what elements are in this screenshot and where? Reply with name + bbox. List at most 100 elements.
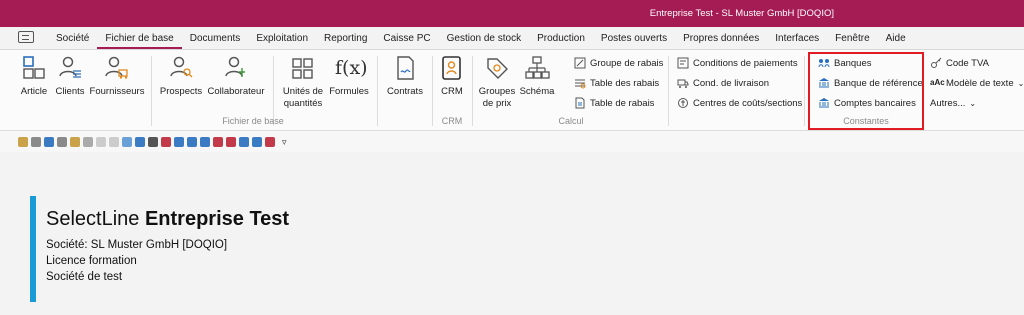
supplier-icon[interactable] xyxy=(70,137,80,147)
license-info: Licence formation xyxy=(46,255,137,267)
customize-toolbar-icon[interactable]: ▿ xyxy=(282,137,287,148)
prospects-icon xyxy=(167,54,195,82)
table-des-rabais-button[interactable]: Table des rabais xyxy=(574,76,659,90)
tab-propres-donnees[interactable]: Propres données xyxy=(675,33,767,49)
collaborateur-button[interactable]: Collaborateur xyxy=(205,54,267,98)
window-title: Entreprise Test - SL Muster GmbH [DOQIO] xyxy=(649,8,834,19)
article-label: Article xyxy=(20,86,48,97)
menu-bar: Société Fichier de base Documents Exploi… xyxy=(0,27,1024,50)
fournisseurs-icon xyxy=(103,54,131,82)
calendar-icon[interactable] xyxy=(148,137,158,147)
groupe-de-rabais-label: Groupe de rabais xyxy=(590,57,664,69)
help-icon[interactable] xyxy=(135,137,145,147)
company-card: SelectLine Entreprise Test Société: SL M… xyxy=(30,196,646,302)
article-button[interactable]: Article xyxy=(18,54,50,98)
open-icon[interactable] xyxy=(83,137,93,147)
separator xyxy=(432,56,433,126)
chevron-down-icon: ⌄ xyxy=(1017,78,1024,88)
code-tva-button[interactable]: Code TVA xyxy=(930,56,989,70)
search-icon[interactable] xyxy=(122,137,132,147)
contrats-label: Contrats xyxy=(387,86,423,97)
clients-icon xyxy=(56,54,84,82)
formules-button[interactable]: f(x) Formules xyxy=(328,54,370,98)
text-template-icon: aAc xyxy=(930,78,945,87)
tab-caisse-pc[interactable]: Caisse PC xyxy=(375,33,438,49)
document-icon[interactable] xyxy=(31,137,41,147)
tab-societe[interactable]: Société xyxy=(48,33,97,49)
groupes-label-1: Groupes xyxy=(478,86,516,97)
cost-center-icon xyxy=(677,97,689,109)
modele-de-texte-label: Modèle de texte xyxy=(946,77,1014,89)
schema-label: Schéma xyxy=(519,86,555,97)
schema-button[interactable]: Schéma xyxy=(518,54,556,98)
modele-de-texte-button[interactable]: aAc Modèle de texte ⌄ xyxy=(930,76,1024,90)
separator xyxy=(804,56,805,126)
report-icon[interactable] xyxy=(213,137,223,147)
separator xyxy=(151,56,152,126)
cond-de-livraison-button[interactable]: Cond. de livraison xyxy=(677,76,769,90)
tab-fichier-de-base[interactable]: Fichier de base xyxy=(97,33,182,49)
table-de-rabais-button[interactable]: Table de rabais xyxy=(574,96,654,110)
tab-production[interactable]: Production xyxy=(529,33,593,49)
product-name: Entreprise Test xyxy=(144,208,290,230)
autres-button[interactable]: Autres... ⌄ xyxy=(930,96,976,110)
table-icon[interactable] xyxy=(96,137,106,147)
user-icon[interactable] xyxy=(57,137,67,147)
tab-gestion-de-stock[interactable]: Gestion de stock xyxy=(439,33,529,49)
discount-group-icon xyxy=(574,57,586,69)
clients-button[interactable]: Clients xyxy=(53,54,87,98)
tab-exploitation[interactable]: Exploitation xyxy=(248,33,316,49)
tab-reporting[interactable]: Reporting xyxy=(316,33,375,49)
separator xyxy=(472,56,473,126)
table-de-rabais-label: Table de rabais xyxy=(590,97,655,109)
fournisseurs-button[interactable]: Fournisseurs xyxy=(89,54,145,98)
prospects-button[interactable]: Prospects xyxy=(159,54,203,98)
tab-documents[interactable]: Documents xyxy=(182,33,249,49)
tab-postes-ouverts[interactable]: Postes ouverts xyxy=(593,33,675,49)
unites-label-1: Unités de xyxy=(282,86,324,97)
unites-de-quantites-button[interactable]: Unités de quantités xyxy=(281,54,325,110)
table-des-rabais-label: Table des rabais xyxy=(590,77,660,89)
collaborateur-label: Collaborateur xyxy=(207,86,265,97)
print-icon[interactable] xyxy=(187,137,197,147)
print-icon[interactable] xyxy=(252,137,262,147)
centres-de-couts-button[interactable]: Centres de coûts/sections xyxy=(677,96,802,110)
function-icon: f(x) xyxy=(335,57,368,79)
code-tva-label: Code TVA xyxy=(946,57,989,69)
clients-label: Clients xyxy=(55,86,85,97)
group-label-fichier-de-base: Fichier de base xyxy=(222,116,284,126)
folder-icon[interactable] xyxy=(18,137,28,147)
key-icon xyxy=(930,57,942,69)
schema-icon xyxy=(523,54,551,82)
conditions-de-paiements-label: Conditions de paiements xyxy=(693,57,798,69)
report-icon[interactable] xyxy=(161,137,171,147)
separator xyxy=(377,56,378,126)
tab-interfaces[interactable]: Interfaces xyxy=(767,33,827,49)
report-icon[interactable] xyxy=(226,137,236,147)
tab-aide[interactable]: Aide xyxy=(878,33,914,49)
tab-fenetre[interactable]: Fenêtre xyxy=(827,33,877,49)
table-icon[interactable] xyxy=(109,137,119,147)
report-icon[interactable] xyxy=(265,137,275,147)
unites-label-2: quantités xyxy=(283,98,323,109)
prospects-label: Prospects xyxy=(159,86,203,97)
start-page: SelectLine Entreprise Test Société: SL M… xyxy=(0,152,1024,315)
page-title: SelectLine Entreprise Test xyxy=(46,208,646,231)
contrats-button[interactable]: Contrats xyxy=(385,54,425,98)
title-bar: Entreprise Test - SL Muster GmbH [DOQIO] xyxy=(0,0,1024,27)
contract-icon xyxy=(391,54,419,82)
crm-icon xyxy=(438,54,466,82)
article-icon[interactable] xyxy=(44,137,54,147)
print-icon[interactable] xyxy=(239,137,249,147)
groupes-de-prix-button[interactable]: Groupes de prix xyxy=(478,54,516,110)
groupe-de-rabais-button[interactable]: Groupe de rabais xyxy=(574,56,663,70)
print-icon[interactable] xyxy=(174,137,184,147)
conditions-de-paiements-button[interactable]: Conditions de paiements xyxy=(677,56,798,70)
crm-button[interactable]: CRM xyxy=(437,54,467,98)
app-menu-icon[interactable] xyxy=(18,31,34,43)
group-label-calcul: Calcul xyxy=(558,116,584,126)
fournisseurs-label: Fournisseurs xyxy=(89,86,145,97)
company-type: Société de test xyxy=(46,271,123,283)
print-icon[interactable] xyxy=(200,137,210,147)
constantes-highlight-box xyxy=(808,52,924,130)
